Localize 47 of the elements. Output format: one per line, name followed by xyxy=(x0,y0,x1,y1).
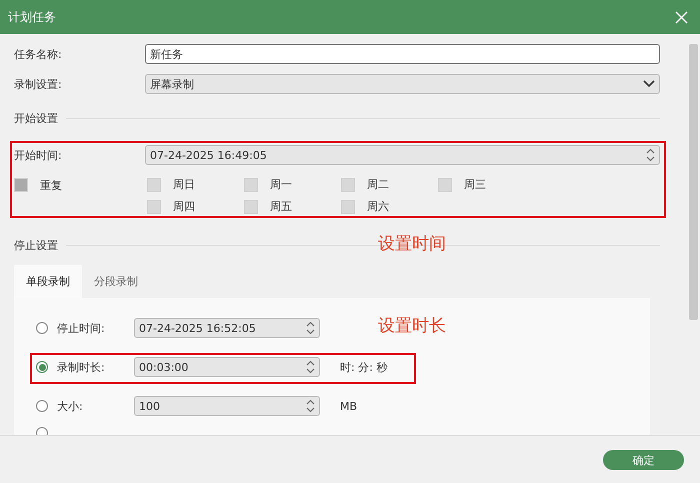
option-label: 大小: xyxy=(56,398,84,414)
checkbox-label: 周四 xyxy=(173,199,195,214)
tab[interactable]: 单段录制 xyxy=(14,265,82,298)
unit-label: MB xyxy=(340,400,358,412)
option-field[interactable]: 07-24-2025 16:52:05 xyxy=(134,318,320,338)
scrollbar-thumb[interactable] xyxy=(689,44,698,320)
field-label: 开始时间: xyxy=(14,148,63,162)
option-label: 停止时间: xyxy=(56,320,106,336)
option-field[interactable]: 00:03:00 xyxy=(134,357,320,377)
unit-label: 时: 分: 秒 xyxy=(340,360,388,374)
task-name-field[interactable]: 新任务 xyxy=(145,44,660,64)
option-field[interactable]: 100 xyxy=(134,396,320,416)
radio-button[interactable] xyxy=(36,361,48,373)
radio-button[interactable] xyxy=(36,322,48,334)
section-heading: 停止设置 xyxy=(14,238,58,252)
day-checkbox[interactable] xyxy=(244,200,258,214)
window-title: 计划任务 xyxy=(8,8,56,26)
spinner-icon[interactable] xyxy=(306,398,315,414)
day-checkbox[interactable] xyxy=(244,178,258,192)
start-time-field[interactable]: 07-24-2025 16:49:05 xyxy=(145,145,660,165)
day-checkbox[interactable] xyxy=(147,200,161,214)
day-checkbox[interactable] xyxy=(147,178,161,192)
field-label: 录制设置: xyxy=(14,76,63,92)
spinner-icon[interactable] xyxy=(646,147,655,163)
spinner-icon[interactable] xyxy=(306,320,315,336)
checkbox-label: 重复 xyxy=(40,178,62,193)
day-checkbox[interactable] xyxy=(341,200,355,214)
annotation-text: 设置时间 xyxy=(378,233,446,255)
checkbox-label: 周二 xyxy=(367,177,389,192)
spinner-icon[interactable] xyxy=(306,359,315,375)
annotation-text: 设置时长 xyxy=(378,315,446,337)
radio-button[interactable] xyxy=(36,400,48,412)
confirm-button[interactable]: 确定 xyxy=(603,450,684,470)
field-label: 任务名称: xyxy=(14,46,63,62)
record-setting-dropdown[interactable]: 屏幕录制 xyxy=(145,74,660,94)
checkbox-label: 周三 xyxy=(464,177,486,192)
checkbox-label: 周日 xyxy=(173,177,195,192)
close-icon[interactable] xyxy=(675,10,688,24)
day-checkbox[interactable] xyxy=(341,178,355,192)
checkbox-label: 周五 xyxy=(270,199,292,214)
day-checkbox[interactable] xyxy=(438,178,452,192)
chevron-down-icon xyxy=(643,80,655,88)
section-heading: 开始设置 xyxy=(14,110,58,126)
checkbox-label: 周一 xyxy=(270,177,292,192)
tab[interactable]: 分段录制 xyxy=(82,265,150,298)
checkbox-label: 周六 xyxy=(367,199,389,214)
option-label: 录制时长: xyxy=(56,360,106,374)
